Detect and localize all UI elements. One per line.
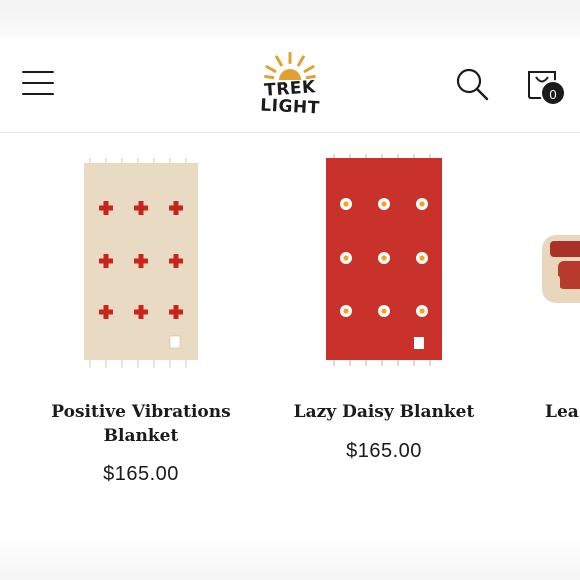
- logo-text-line2: LIGHT: [259, 95, 321, 119]
- product-price-lazy-daisy: $165.00: [346, 440, 422, 462]
- search-icon: [456, 68, 489, 101]
- search-button[interactable]: [454, 66, 490, 102]
- product-image-positive-vibrations: [84, 158, 198, 368]
- product-title-positive-vibrations[interactable]: Positive Vibrations Blanket: [40, 400, 242, 448]
- cart-count-badge: 0: [540, 80, 566, 106]
- product-image-partial: [542, 235, 580, 303]
- product-card-lazy-daisy[interactable]: Lazy Daisy Blanket $165.00: [283, 150, 485, 510]
- product-card-partial[interactable]: Lea: [530, 150, 580, 510]
- menu-button[interactable]: [22, 69, 56, 99]
- product-title-line2: Blanket: [103, 426, 179, 446]
- menu-icon-bar-bottom: [22, 93, 54, 95]
- brand-logo[interactable]: TREK LIGHT: [255, 50, 325, 120]
- product-title-line1: Lazy Daisy Blanket: [293, 402, 475, 422]
- product-image-lazy-daisy: [326, 154, 442, 366]
- product-title-line1: Positive Vibrations: [51, 402, 231, 422]
- product-price-positive-vibrations: $165.00: [103, 463, 179, 485]
- menu-icon-bar-middle: [22, 82, 54, 84]
- product-card-positive-vibrations[interactable]: Positive Vibrations Blanket $165.00: [40, 150, 242, 510]
- site-header: TREK LIGHT 0: [0, 36, 580, 133]
- bottom-fade: [0, 538, 580, 580]
- top-fade: [0, 0, 580, 36]
- cart-button[interactable]: 0: [524, 66, 570, 112]
- product-title-lazy-daisy[interactable]: Lazy Daisy Blanket: [283, 400, 485, 424]
- product-title-partial[interactable]: Lea: [545, 400, 580, 424]
- menu-icon-bar-top: [22, 71, 54, 73]
